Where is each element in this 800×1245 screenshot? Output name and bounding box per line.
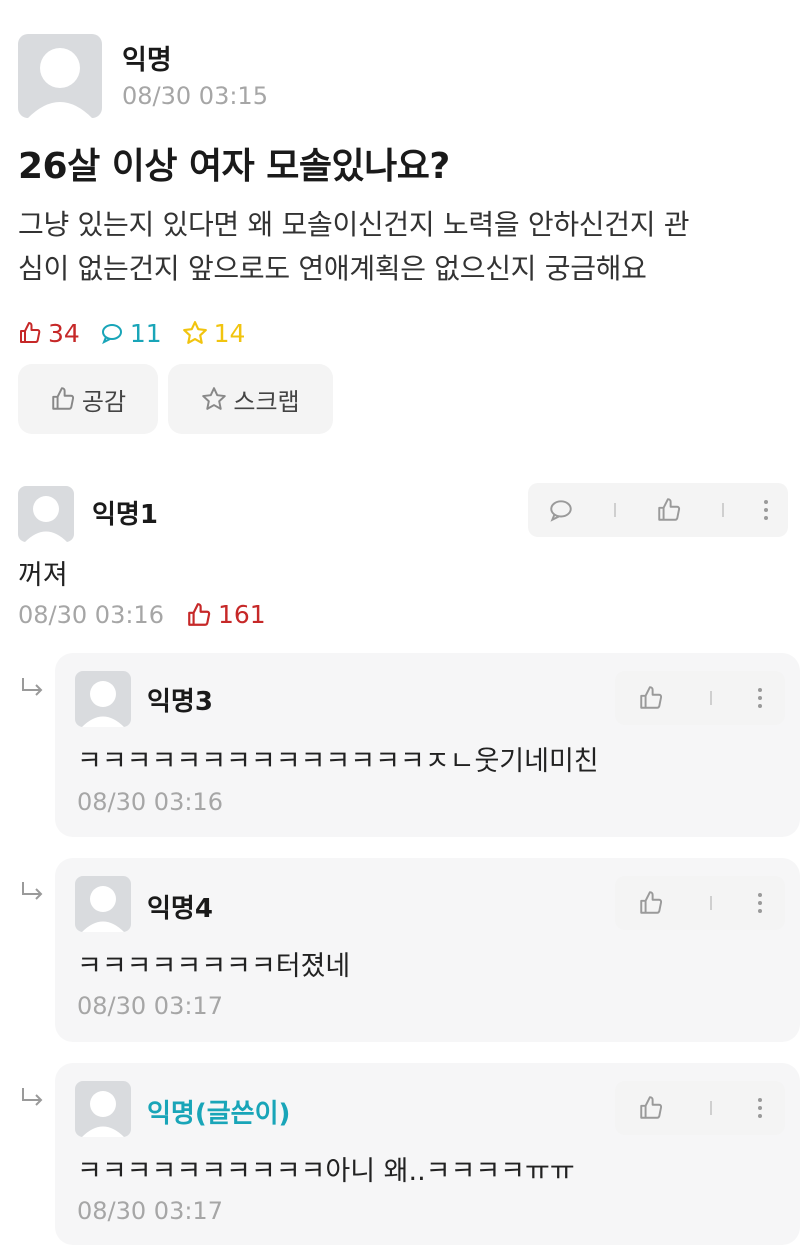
divider (710, 691, 712, 705)
thumbs-up-icon (52, 387, 74, 410)
thumbs-up-icon (188, 602, 211, 626)
reply-arrow-icon (22, 882, 43, 900)
scrap-count: 14 (182, 318, 246, 348)
reply-avatar (75, 671, 131, 727)
thumbs-up-icon[interactable] (638, 1095, 664, 1121)
reply-date: 08/30 03:17 (77, 992, 223, 1020)
more-options-icon[interactable] (758, 1096, 762, 1120)
reply-actions (615, 876, 785, 930)
reply-card: 익명3 ㅋㅋㅋㅋㅋㅋㅋㅋㅋㅋㅋㅋㅋㅋㅈㄴ웃기네미친 08/30 03:16 (55, 653, 800, 837)
comment-like-count: 161 (217, 600, 266, 629)
reply-text: ㅋㅋㅋㅋㅋㅋㅋㅋ터졌네 (77, 951, 351, 982)
post-title: 26살 이상 여자 모솔있나요? (18, 146, 450, 187)
thumbs-up-icon[interactable] (638, 890, 664, 916)
reply-avatar (75, 876, 131, 932)
thumbs-up-icon (20, 322, 41, 343)
comment-text: 꺼져 (18, 560, 68, 591)
star-icon (202, 387, 227, 410)
post-author: 익명 (122, 45, 172, 76)
like-count: 34 (18, 319, 80, 348)
scrap-button[interactable]: 스크랩 (168, 364, 333, 434)
reply-arrow-icon (22, 678, 43, 696)
reply-avatar (75, 1081, 131, 1137)
reply-date: 08/30 03:17 (77, 1197, 223, 1225)
reply-text: ㅋㅋㅋㅋㅋㅋㅋㅋㅋㅋㅋㅋㅋㅋㅈㄴ웃기네미친 (77, 746, 599, 777)
reply-text: ㅋㅋㅋㅋㅋㅋㅋㅋㅋㅋ아니 왜..ㅋㅋㅋㅋㅠㅠ (77, 1156, 575, 1187)
more-options-icon[interactable] (764, 498, 768, 522)
comment-avatar (18, 486, 74, 542)
comment-actions (528, 483, 788, 537)
reply-author: 익명4 (147, 894, 213, 924)
reply-author: 익명(글쓴이) (147, 1099, 291, 1129)
thumbs-up-icon[interactable] (638, 685, 664, 711)
scrap-button-label: 스크랩 (233, 387, 300, 416)
comment-date: 08/30 03:16 (18, 600, 164, 629)
post-body: 그냥 있는지 있다면 왜 모솔이신건지 노력을 안하신건지 관 심이 없는건지 … (18, 203, 788, 291)
post-body-line: 심이 없는건지 앞으로도 연애계획은 없으신지 궁금해요 (18, 252, 647, 285)
comment-author: 익명1 (92, 500, 158, 530)
divider (614, 503, 616, 517)
reply-author: 익명3 (147, 687, 213, 717)
comment-count-value: 11 (129, 318, 162, 348)
like-button-label: 공감 (81, 387, 127, 416)
reply-actions (615, 1081, 785, 1135)
reply-date: 08/30 03:16 (77, 788, 223, 816)
reply-arrow-icon (22, 1088, 43, 1106)
divider (710, 896, 712, 910)
post-date: 08/30 03:15 (122, 82, 268, 110)
thumbs-up-icon[interactable] (656, 497, 682, 523)
comment-meta: 08/30 03:16 161 (18, 600, 266, 629)
comment-count: 11 (100, 319, 162, 348)
scrap-count-value: 14 (213, 318, 246, 348)
post-avatar (18, 34, 102, 118)
post-body-line: 그냥 있는지 있다면 왜 모솔이신건지 노력을 안하신건지 관 (18, 208, 690, 241)
reply-card: 익명4 ㅋㅋㅋㅋㅋㅋㅋㅋ터졌네 08/30 03:17 (55, 858, 800, 1042)
more-options-icon[interactable] (758, 686, 762, 710)
like-count-value: 34 (48, 318, 80, 348)
reply-icon[interactable] (548, 497, 574, 523)
more-options-icon[interactable] (758, 891, 762, 915)
speech-bubble-icon (101, 324, 122, 345)
reply-actions (615, 671, 785, 725)
reply-card: 익명(글쓴이) ㅋㅋㅋㅋㅋㅋㅋㅋㅋㅋ아니 왜..ㅋㅋㅋㅋㅠㅠ 08/30 03:… (55, 1063, 800, 1245)
star-icon (182, 321, 207, 344)
divider (722, 503, 724, 517)
divider (710, 1101, 712, 1115)
like-button[interactable]: 공감 (18, 364, 158, 434)
post-stats: 34 11 14 (18, 316, 265, 350)
